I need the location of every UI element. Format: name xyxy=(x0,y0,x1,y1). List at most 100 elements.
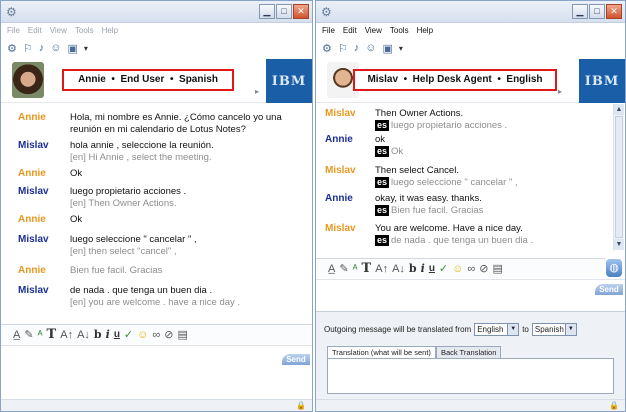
participant-info: Annie • End User • Spanish xyxy=(62,69,234,91)
message-input[interactable] xyxy=(316,279,625,309)
speaker-name: Annie xyxy=(18,214,46,225)
chat-scrollbar[interactable]: ▲ ▼ xyxy=(613,104,624,250)
highlight-pen-icon[interactable]: ✎ xyxy=(339,262,348,275)
emoticon-icon[interactable]: ☺ xyxy=(137,329,148,341)
font-color-icon[interactable]: A̲ xyxy=(328,263,335,275)
ibm-logo: IBM xyxy=(266,59,312,103)
people-icon[interactable]: ☺ xyxy=(365,42,376,54)
screen-share-icon[interactable]: ▣ xyxy=(67,42,77,55)
menu-help[interactable]: Help xyxy=(102,23,118,39)
expand-chevron-icon[interactable]: ▸ xyxy=(558,87,562,96)
spellcheck-icon[interactable]: ✓ xyxy=(124,328,133,341)
font-style-icon[interactable]: ᴬ xyxy=(38,329,43,341)
maximize-button[interactable]: □ xyxy=(276,4,292,19)
minimize-button[interactable]: ▁ xyxy=(572,4,588,19)
dropdown-arrow-icon[interactable]: ▾ xyxy=(399,44,403,53)
scroll-thumb[interactable] xyxy=(615,116,623,238)
ibm-logo: IBM xyxy=(579,59,625,103)
highlight-pen-icon[interactable]: ✎ xyxy=(24,328,33,341)
translation-panel: Outgoing message will be translated from… xyxy=(316,311,625,401)
italic-icon[interactable]: i xyxy=(106,328,110,341)
from-language-select[interactable]: English ▼ xyxy=(474,323,520,336)
contacts-icon[interactable]: ⚙ xyxy=(7,42,17,55)
menu-edit[interactable]: Edit xyxy=(28,23,42,39)
italic-icon[interactable]: i xyxy=(421,262,425,275)
close-button[interactable]: ✕ xyxy=(293,4,309,19)
link-icon[interactable]: ∞ xyxy=(467,263,475,275)
maximize-button[interactable]: □ xyxy=(589,4,605,19)
close-button[interactable]: ✕ xyxy=(606,4,622,19)
group-icon[interactable]: ⚐ xyxy=(338,42,348,55)
dropdown-arrow-icon[interactable]: ▾ xyxy=(84,44,88,53)
send-button[interactable]: Send xyxy=(595,284,623,295)
font-style-icon[interactable]: ᴬ xyxy=(353,263,358,275)
speaker-name: Annie xyxy=(18,265,46,276)
message-translation: [en] Then Owner Actions. xyxy=(70,198,177,209)
participant-info: Mislav • Help Desk Agent • English xyxy=(353,69,557,91)
menu-file[interactable]: File xyxy=(322,23,335,39)
participant-name: Annie xyxy=(78,74,106,85)
screen-share-icon[interactable]: ▣ xyxy=(382,42,392,55)
chat-window-end-user: ⚙ ▁ □ ✕ File Edit View Tools Help ⚙ ⚐ ♪ … xyxy=(0,0,313,412)
audio-icon[interactable]: ♪ xyxy=(39,42,45,54)
title-bar: ⚙ ▁ □ ✕ xyxy=(316,1,625,23)
message-original: hola annie , seleccione la reunión. xyxy=(70,140,214,151)
link-icon[interactable]: ∞ xyxy=(152,329,160,341)
attach-icon[interactable]: ⊘ xyxy=(164,328,173,341)
message-text: hola annie , seleccione la reunión. [en]… xyxy=(70,140,302,164)
send-button[interactable]: Send xyxy=(282,354,310,365)
underline-icon[interactable]: u xyxy=(114,329,120,340)
font-size-icon[interactable]: T xyxy=(47,327,57,342)
speaker-name: Annie xyxy=(325,134,353,145)
to-language-select[interactable]: Spanish ▼ xyxy=(531,323,577,336)
chevron-down-icon[interactable]: ▼ xyxy=(564,324,576,335)
scroll-up-icon[interactable]: ▲ xyxy=(614,104,624,115)
screen-capture-icon[interactable]: ▤ xyxy=(492,262,502,275)
menu-view[interactable]: View xyxy=(50,23,67,39)
translation-text: luego seleccione " cancelar " , xyxy=(391,177,518,188)
message-text: Ok xyxy=(70,214,83,225)
message-text: Hola, mi nombre es Annie. ¿Cómo cancelo … xyxy=(70,112,282,135)
bold-icon[interactable]: b xyxy=(94,328,102,341)
message-text: You are welcome. Have a nice day. es de n… xyxy=(375,223,603,247)
menu-tools[interactable]: Tools xyxy=(75,23,94,39)
people-icon[interactable]: ☺ xyxy=(50,42,61,54)
underline-icon[interactable]: u xyxy=(429,263,435,274)
emoticon-icon[interactable]: ☺ xyxy=(452,263,463,275)
bold-icon[interactable]: b xyxy=(409,262,417,275)
tab-back-translation[interactable]: Back Translation xyxy=(435,346,502,358)
group-icon[interactable]: ⚐ xyxy=(23,42,33,55)
attach-icon[interactable]: ⊘ xyxy=(479,262,488,275)
expand-chevron-icon[interactable]: ▸ xyxy=(255,87,259,96)
font-color-icon[interactable]: A̲ xyxy=(13,329,20,341)
grow-text-icon[interactable]: A↑ xyxy=(60,329,73,341)
message-original: de nada . que tenga un buen dia . xyxy=(70,285,213,296)
menu-help[interactable]: Help xyxy=(417,23,433,39)
formatting-toolbar: A̲ ✎ ᴬ T A↑ A↓ b i u ✓ ☺ ∞ ⊘ ▤ xyxy=(1,324,312,344)
separator-dot: • xyxy=(111,74,115,85)
menu-file[interactable]: File xyxy=(7,23,20,39)
menu-tools[interactable]: Tools xyxy=(390,23,409,39)
separator-dot: • xyxy=(169,74,174,85)
message-input[interactable] xyxy=(1,345,312,401)
minimize-button[interactable]: ▁ xyxy=(259,4,275,19)
translation-text: Bien fue facil. Gracias xyxy=(391,205,484,216)
participant-header: Mislav • Help Desk Agent • English ▸ IBM xyxy=(316,59,625,103)
participant-role: Help Desk Agent xyxy=(412,74,492,85)
menu-view[interactable]: View xyxy=(365,23,382,39)
audio-icon[interactable]: ♪ xyxy=(354,42,360,54)
lock-icon: 🔒 xyxy=(296,401,306,410)
scroll-down-icon[interactable]: ▼ xyxy=(614,239,624,250)
shrink-text-icon[interactable]: A↓ xyxy=(392,263,405,275)
shrink-text-icon[interactable]: A↓ xyxy=(77,329,90,341)
globe-icon[interactable]: ◍ xyxy=(606,259,622,277)
toolbar: ⚙ ⚐ ♪ ☺ ▣ ▾ xyxy=(1,39,312,57)
tab-translation[interactable]: Translation (what will be sent) xyxy=(327,346,436,358)
spellcheck-icon[interactable]: ✓ xyxy=(439,262,448,275)
grow-text-icon[interactable]: A↑ xyxy=(375,263,388,275)
chevron-down-icon[interactable]: ▼ xyxy=(507,324,519,335)
font-size-icon[interactable]: T xyxy=(362,261,372,276)
contacts-icon[interactable]: ⚙ xyxy=(322,42,332,55)
screen-capture-icon[interactable]: ▤ xyxy=(177,328,187,341)
menu-edit[interactable]: Edit xyxy=(343,23,357,39)
